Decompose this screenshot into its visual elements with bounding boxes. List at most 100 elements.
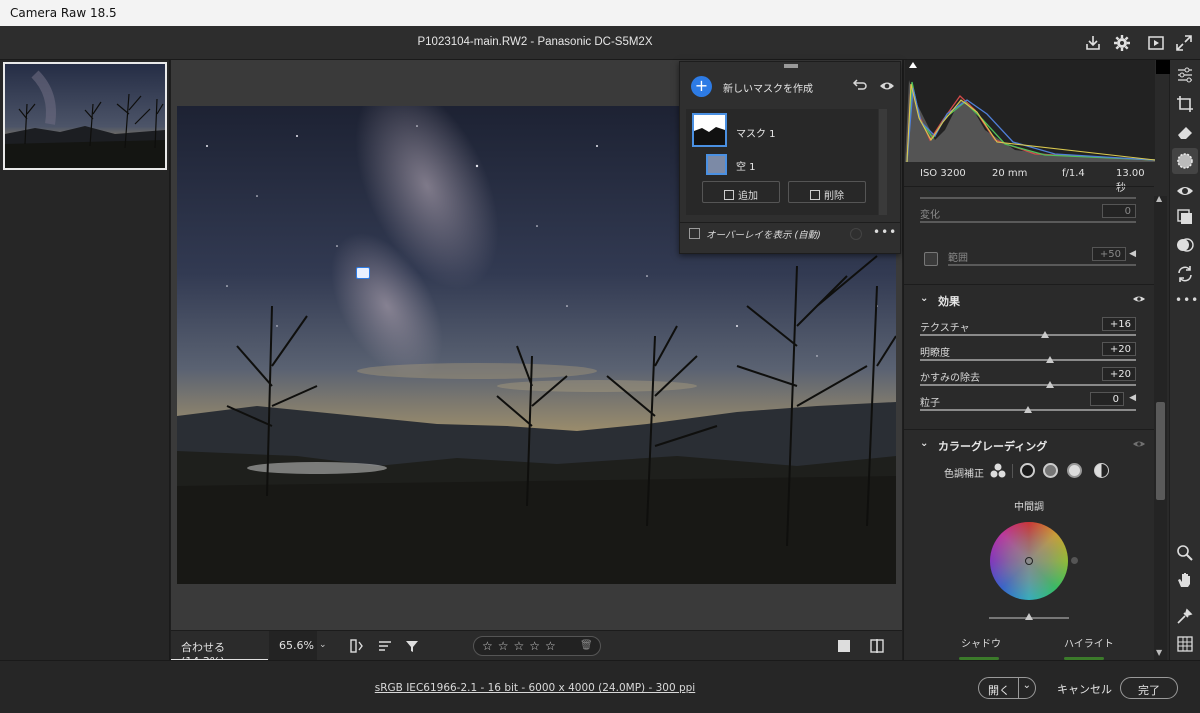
change-slider[interactable]: 変化 0 — [920, 204, 1136, 231]
midtones-color-wheel[interactable] — [990, 522, 1068, 600]
midtones-wheel-icon[interactable] — [1043, 463, 1058, 478]
chevron-down-icon[interactable]: ⌄ — [1023, 680, 1031, 691]
overlay-checkbox[interactable] — [689, 228, 700, 239]
range-slider[interactable]: 範囲 +50 ◀ — [948, 247, 1136, 274]
mask-name[interactable]: マスク 1 — [736, 125, 776, 140]
change-value[interactable]: 0 — [1102, 204, 1136, 218]
grid-icon[interactable] — [1175, 634, 1195, 654]
scroll-up-icon[interactable]: ▲ — [1156, 194, 1162, 203]
rating-stars[interactable]: ☆☆☆☆☆ — [482, 639, 561, 653]
more-tools-icon[interactable]: ••• — [1175, 293, 1198, 313]
reset-icon[interactable] — [852, 77, 868, 93]
shadow-clipping-icon[interactable] — [1158, 62, 1168, 70]
divider — [904, 429, 1154, 430]
highlights-wheel-icon[interactable] — [1067, 463, 1082, 478]
shadows-label: シャドウ — [961, 639, 1001, 650]
fullscreen-icon[interactable] — [1174, 33, 1194, 53]
shadows-wheel-icon[interactable] — [1020, 463, 1035, 478]
slider-value[interactable]: +16 — [1102, 317, 1136, 331]
effects-slider-row[interactable]: かすみの除去 +20 — [920, 367, 1136, 394]
slider-track[interactable] — [920, 384, 1136, 386]
hand-icon[interactable] — [1175, 570, 1195, 590]
mask-list-scrollbar[interactable] — [879, 109, 887, 215]
slider-track[interactable] — [920, 197, 1136, 199]
masking-icon[interactable] — [1175, 151, 1195, 171]
filter-icon[interactable] — [404, 638, 420, 654]
more-options-icon[interactable]: ••• — [873, 225, 897, 239]
divider — [904, 186, 1154, 187]
create-mask-label[interactable]: 新しいマスクを作成 — [723, 80, 813, 95]
eye-icon[interactable] — [1132, 294, 1146, 304]
slider-knob[interactable] — [1024, 406, 1032, 413]
photo-thumbnail[interactable] — [3, 62, 167, 170]
eye-icon[interactable] — [1132, 439, 1146, 449]
effects-section-header[interactable]: ⌄ 効果 — [904, 292, 1154, 318]
slider-value[interactable]: +20 — [1102, 367, 1136, 381]
save-icon[interactable] — [1083, 33, 1103, 53]
effects-slider-row[interactable]: 明瞭度 +20 — [920, 342, 1136, 369]
add-button[interactable]: 追加 — [702, 181, 780, 203]
red-eye-icon[interactable] — [1175, 181, 1195, 201]
luminance-slider-knob[interactable] — [1025, 613, 1033, 620]
star-rating[interactable]: ☆☆☆☆☆ 🗑 — [473, 636, 601, 656]
slider-track[interactable] — [920, 359, 1136, 361]
global-wheel-icon[interactable] — [1094, 463, 1109, 478]
slider-value[interactable]: 0 — [1090, 392, 1124, 406]
before-after-icon[interactable] — [838, 640, 850, 652]
mask-pin-icon[interactable] — [356, 267, 370, 279]
crop-icon[interactable] — [1175, 94, 1195, 114]
component-name[interactable]: 空 1 — [736, 158, 756, 173]
zoom-level[interactable]: 65.6% — [269, 631, 317, 661]
panel-scrollbar[interactable]: ▲ ▼ — [1154, 194, 1167, 660]
effects-slider-row[interactable]: 粒子 0 ◀ — [920, 392, 1136, 419]
range-value[interactable]: +50 — [1092, 247, 1126, 261]
effects-slider-row[interactable]: テクスチャ +16 — [920, 317, 1136, 344]
done-button[interactable]: 完了 — [1120, 677, 1178, 699]
sky-component-icon[interactable] — [706, 154, 727, 175]
three-way-icon[interactable] — [990, 463, 1006, 479]
open-button[interactable]: 開く ⌄ — [978, 677, 1036, 699]
slider-knob[interactable] — [1045, 381, 1054, 388]
slideshow-icon[interactable] — [1146, 33, 1166, 53]
eye-icon[interactable] — [879, 78, 895, 92]
fit-zoom-tab[interactable]: 合わせる (14.3%) — [171, 631, 268, 668]
reset-arrow-icon[interactable]: ◀ — [1129, 249, 1136, 259]
color-grading-section-header[interactable]: ⌄ カラーグレーディング — [904, 437, 1154, 463]
slider-knob[interactable] — [1041, 331, 1050, 338]
presets-icon[interactable] — [1175, 235, 1195, 255]
workflow-options-link[interactable]: sRGB IEC61966-2.1 - 16 bit - 6000 x 4000… — [0, 682, 1070, 694]
chevron-down-icon[interactable]: ⌄ — [920, 293, 928, 304]
range-track[interactable] — [948, 264, 1136, 266]
slider-value[interactable]: +20 — [1102, 342, 1136, 356]
compare-view-icon[interactable] — [869, 638, 885, 654]
overlay-label[interactable]: オーバーレイを表示 (自動) — [706, 227, 821, 241]
add-mask-icon[interactable]: + — [691, 76, 712, 97]
hue-handle[interactable] — [1071, 557, 1078, 564]
zoom-dropdown-icon[interactable]: ⌄ — [319, 640, 327, 650]
mask-thumbnail[interactable] — [692, 113, 727, 147]
eraser-icon[interactable] — [1175, 122, 1195, 142]
wheel-handle[interactable] — [1025, 557, 1033, 565]
snapshots-icon[interactable] — [1175, 207, 1195, 227]
gear-icon[interactable] — [1112, 33, 1132, 53]
color-grading-title: カラーグレーディング — [938, 440, 1048, 453]
sort-icon[interactable] — [377, 638, 393, 654]
slider-knob[interactable] — [1045, 356, 1054, 363]
zoom-icon[interactable] — [1175, 543, 1195, 563]
change-track[interactable] — [920, 221, 1136, 223]
range-mask-icon[interactable] — [924, 252, 938, 266]
cancel-button[interactable]: キャンセル — [1057, 681, 1112, 697]
scroll-down-icon[interactable]: ▼ — [1156, 648, 1162, 657]
eyedropper-icon[interactable] — [1175, 606, 1195, 626]
slider-track[interactable] — [920, 334, 1136, 336]
edit-sliders-icon[interactable] — [1175, 65, 1195, 85]
filmstrip-toggle-icon[interactable] — [349, 638, 365, 654]
delete-button[interactable]: 削除 — [788, 181, 866, 203]
overlay-color-icon[interactable] — [850, 228, 862, 240]
sync-icon[interactable] — [1175, 264, 1195, 284]
panel-grip[interactable] — [784, 64, 798, 68]
chevron-down-icon[interactable]: ⌄ — [920, 438, 928, 449]
reset-arrow-icon[interactable]: ◀ — [1129, 393, 1136, 403]
trash-icon[interactable]: 🗑 — [580, 640, 593, 651]
scrollbar-thumb[interactable] — [1156, 402, 1165, 500]
